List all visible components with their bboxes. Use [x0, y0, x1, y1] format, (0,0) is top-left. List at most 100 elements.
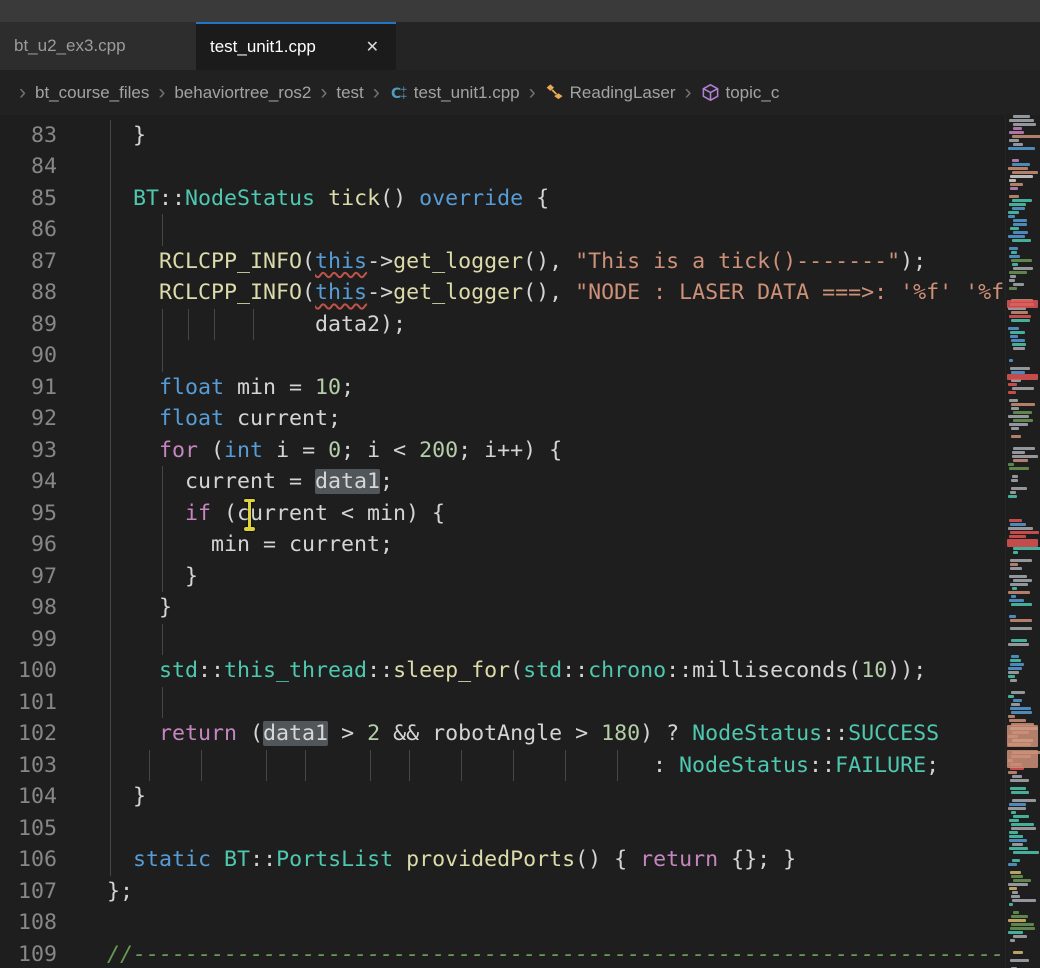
- minimap-line: [1009, 467, 1029, 470]
- line-number[interactable]: 106: [0, 844, 57, 876]
- breadcrumb-item-topic-c[interactable]: topic_c: [701, 83, 780, 103]
- code-text: }: [107, 120, 146, 152]
- code-line-93[interactable]: 93 for (int i = 0; i < 200; i++) {: [0, 435, 1006, 467]
- minimap-line: [1013, 127, 1022, 130]
- code-text: if (current < min) {: [107, 498, 445, 530]
- minimap-line: [1009, 119, 1034, 122]
- line-number[interactable]: 95: [0, 498, 57, 530]
- line-number[interactable]: 93: [0, 435, 57, 467]
- code-line-91[interactable]: 91 float min = 10;: [0, 372, 1006, 404]
- code-line-101[interactable]: 101: [0, 687, 1006, 719]
- line-number[interactable]: 102: [0, 718, 57, 750]
- indent-guide: [110, 687, 111, 719]
- minimap-line: [1011, 487, 1027, 490]
- minimap-line: [1009, 819, 1019, 822]
- line-number[interactable]: 90: [0, 340, 57, 372]
- code-line-108[interactable]: 108: [0, 907, 1006, 939]
- line-number[interactable]: 109: [0, 939, 57, 968]
- line-number[interactable]: 92: [0, 403, 57, 435]
- breadcrumb-item-behaviortree-ros2[interactable]: behaviortree_ros2: [174, 83, 311, 103]
- line-number[interactable]: 89: [0, 309, 57, 341]
- minimap-line: [1013, 851, 1039, 854]
- line-number[interactable]: 108: [0, 907, 57, 939]
- code-line-103[interactable]: 103 : NodeStatus::FAILURE;: [0, 750, 1006, 782]
- line-number[interactable]: 84: [0, 151, 57, 183]
- window-title-strip: [0, 0, 1040, 22]
- code-line-94[interactable]: 94 current = data1;: [0, 466, 1006, 498]
- code-line-87[interactable]: 87 RCLCPP_INFO(this->get_logger(), "This…: [0, 246, 1006, 278]
- code-line-106[interactable]: 106 static BT::PortsList providedPorts()…: [0, 844, 1006, 876]
- line-number[interactable]: 100: [0, 655, 57, 687]
- minimap-line: [1009, 315, 1031, 318]
- code-text: BT::NodeStatus tick() override {: [107, 183, 549, 215]
- minimap-line: [1010, 679, 1017, 682]
- code-editor[interactable]: 82 });83 }8485 BT::NodeStatus tick() ove…: [0, 115, 1006, 968]
- minimap-line: [1009, 831, 1018, 834]
- line-number[interactable]: 85: [0, 183, 57, 215]
- line-number[interactable]: 107: [0, 876, 57, 908]
- code-line-90[interactable]: 90: [0, 340, 1006, 372]
- code-line-98[interactable]: 98 }: [0, 592, 1006, 624]
- minimap-line: [1008, 167, 1028, 170]
- close-icon[interactable]: ✕: [363, 35, 382, 59]
- minimap-line: [1011, 259, 1032, 262]
- breadcrumb-label: topic_c: [726, 83, 780, 103]
- line-number[interactable]: 83: [0, 120, 57, 152]
- line-number[interactable]: 101: [0, 687, 57, 719]
- chevron-right-icon: ›: [158, 82, 165, 103]
- code-line-88[interactable]: 88 RCLCPP_INFO(this->get_logger(), "NODE…: [0, 277, 1006, 309]
- breadcrumb-item-test-unit1-cpp[interactable]: C++test_unit1.cpp: [389, 83, 520, 103]
- line-number[interactable]: 94: [0, 466, 57, 498]
- minimap-line: [1013, 219, 1027, 222]
- minimap-line: [1011, 595, 1016, 598]
- code-line-89[interactable]: 89 data2);: [0, 309, 1006, 341]
- line-number[interactable]: 91: [0, 372, 57, 404]
- minimap-line: [1012, 587, 1017, 590]
- breadcrumb-item-readinglaser[interactable]: ReadingLaser: [545, 83, 676, 103]
- minimap-line: [1008, 671, 1019, 674]
- code-line-85[interactable]: 85 BT::NodeStatus tick() override {: [0, 183, 1006, 215]
- code-line-99[interactable]: 99: [0, 624, 1006, 656]
- minimap-line: [1009, 359, 1013, 362]
- line-number[interactable]: 103: [0, 750, 57, 782]
- line-number[interactable]: 105: [0, 813, 57, 845]
- code-line-107[interactable]: 107};: [0, 876, 1006, 908]
- minimap-line: [1012, 171, 1038, 174]
- class-icon: [545, 83, 564, 102]
- minimap-line: [1013, 223, 1027, 226]
- code-line-109[interactable]: 109 //-----------------------------------…: [0, 939, 1006, 968]
- line-number[interactable]: 87: [0, 246, 57, 278]
- code-line-105[interactable]: 105: [0, 813, 1006, 845]
- code-line-102[interactable]: 102 return (data1 > 2 && robotAngle > 18…: [0, 718, 1006, 750]
- minimap-line: [1011, 691, 1025, 694]
- tab-test-unit1-cpp[interactable]: test_unit1.cpp ✕: [196, 22, 396, 70]
- line-number[interactable]: 98: [0, 592, 57, 624]
- code-line-96[interactable]: 96 min = current;: [0, 529, 1006, 561]
- code-text: }: [107, 781, 146, 813]
- line-number[interactable]: 96: [0, 529, 57, 561]
- breadcrumb-item-bt-course-files[interactable]: bt_course_files: [35, 83, 149, 103]
- code-line-92[interactable]: 92 float current;: [0, 403, 1006, 435]
- code-line-84[interactable]: 84: [0, 151, 1006, 183]
- code-line-83[interactable]: 83 }: [0, 120, 1006, 152]
- line-number[interactable]: 99: [0, 624, 57, 656]
- code-text: //--------------------------------------…: [107, 939, 1006, 968]
- minimap[interactable]: [1005, 115, 1040, 968]
- line-number[interactable]: 104: [0, 781, 57, 813]
- minimap-line: [1011, 915, 1028, 918]
- code-line-86[interactable]: 86: [0, 214, 1006, 246]
- line-number[interactable]: 97: [0, 561, 57, 593]
- code-line-97[interactable]: 97 }: [0, 561, 1006, 593]
- code-line-95[interactable]: 95 if (current < min) {: [0, 498, 1006, 530]
- breadcrumb-label: behaviortree_ros2: [174, 83, 311, 103]
- minimap-line: [1009, 139, 1019, 142]
- line-number[interactable]: 86: [0, 214, 57, 246]
- minimap-line: [1013, 699, 1022, 702]
- tab-bt-u2-ex3-cpp[interactable]: bt_u2_ex3.cpp: [0, 22, 196, 70]
- code-line-100[interactable]: 100 std::this_thread::sleep_for(std::chr…: [0, 655, 1006, 687]
- minimap-line: [1013, 951, 1023, 954]
- minimap-block: [1007, 300, 1038, 308]
- line-number[interactable]: 88: [0, 277, 57, 309]
- code-line-104[interactable]: 104 }: [0, 781, 1006, 813]
- breadcrumb-item-test[interactable]: test: [336, 83, 363, 103]
